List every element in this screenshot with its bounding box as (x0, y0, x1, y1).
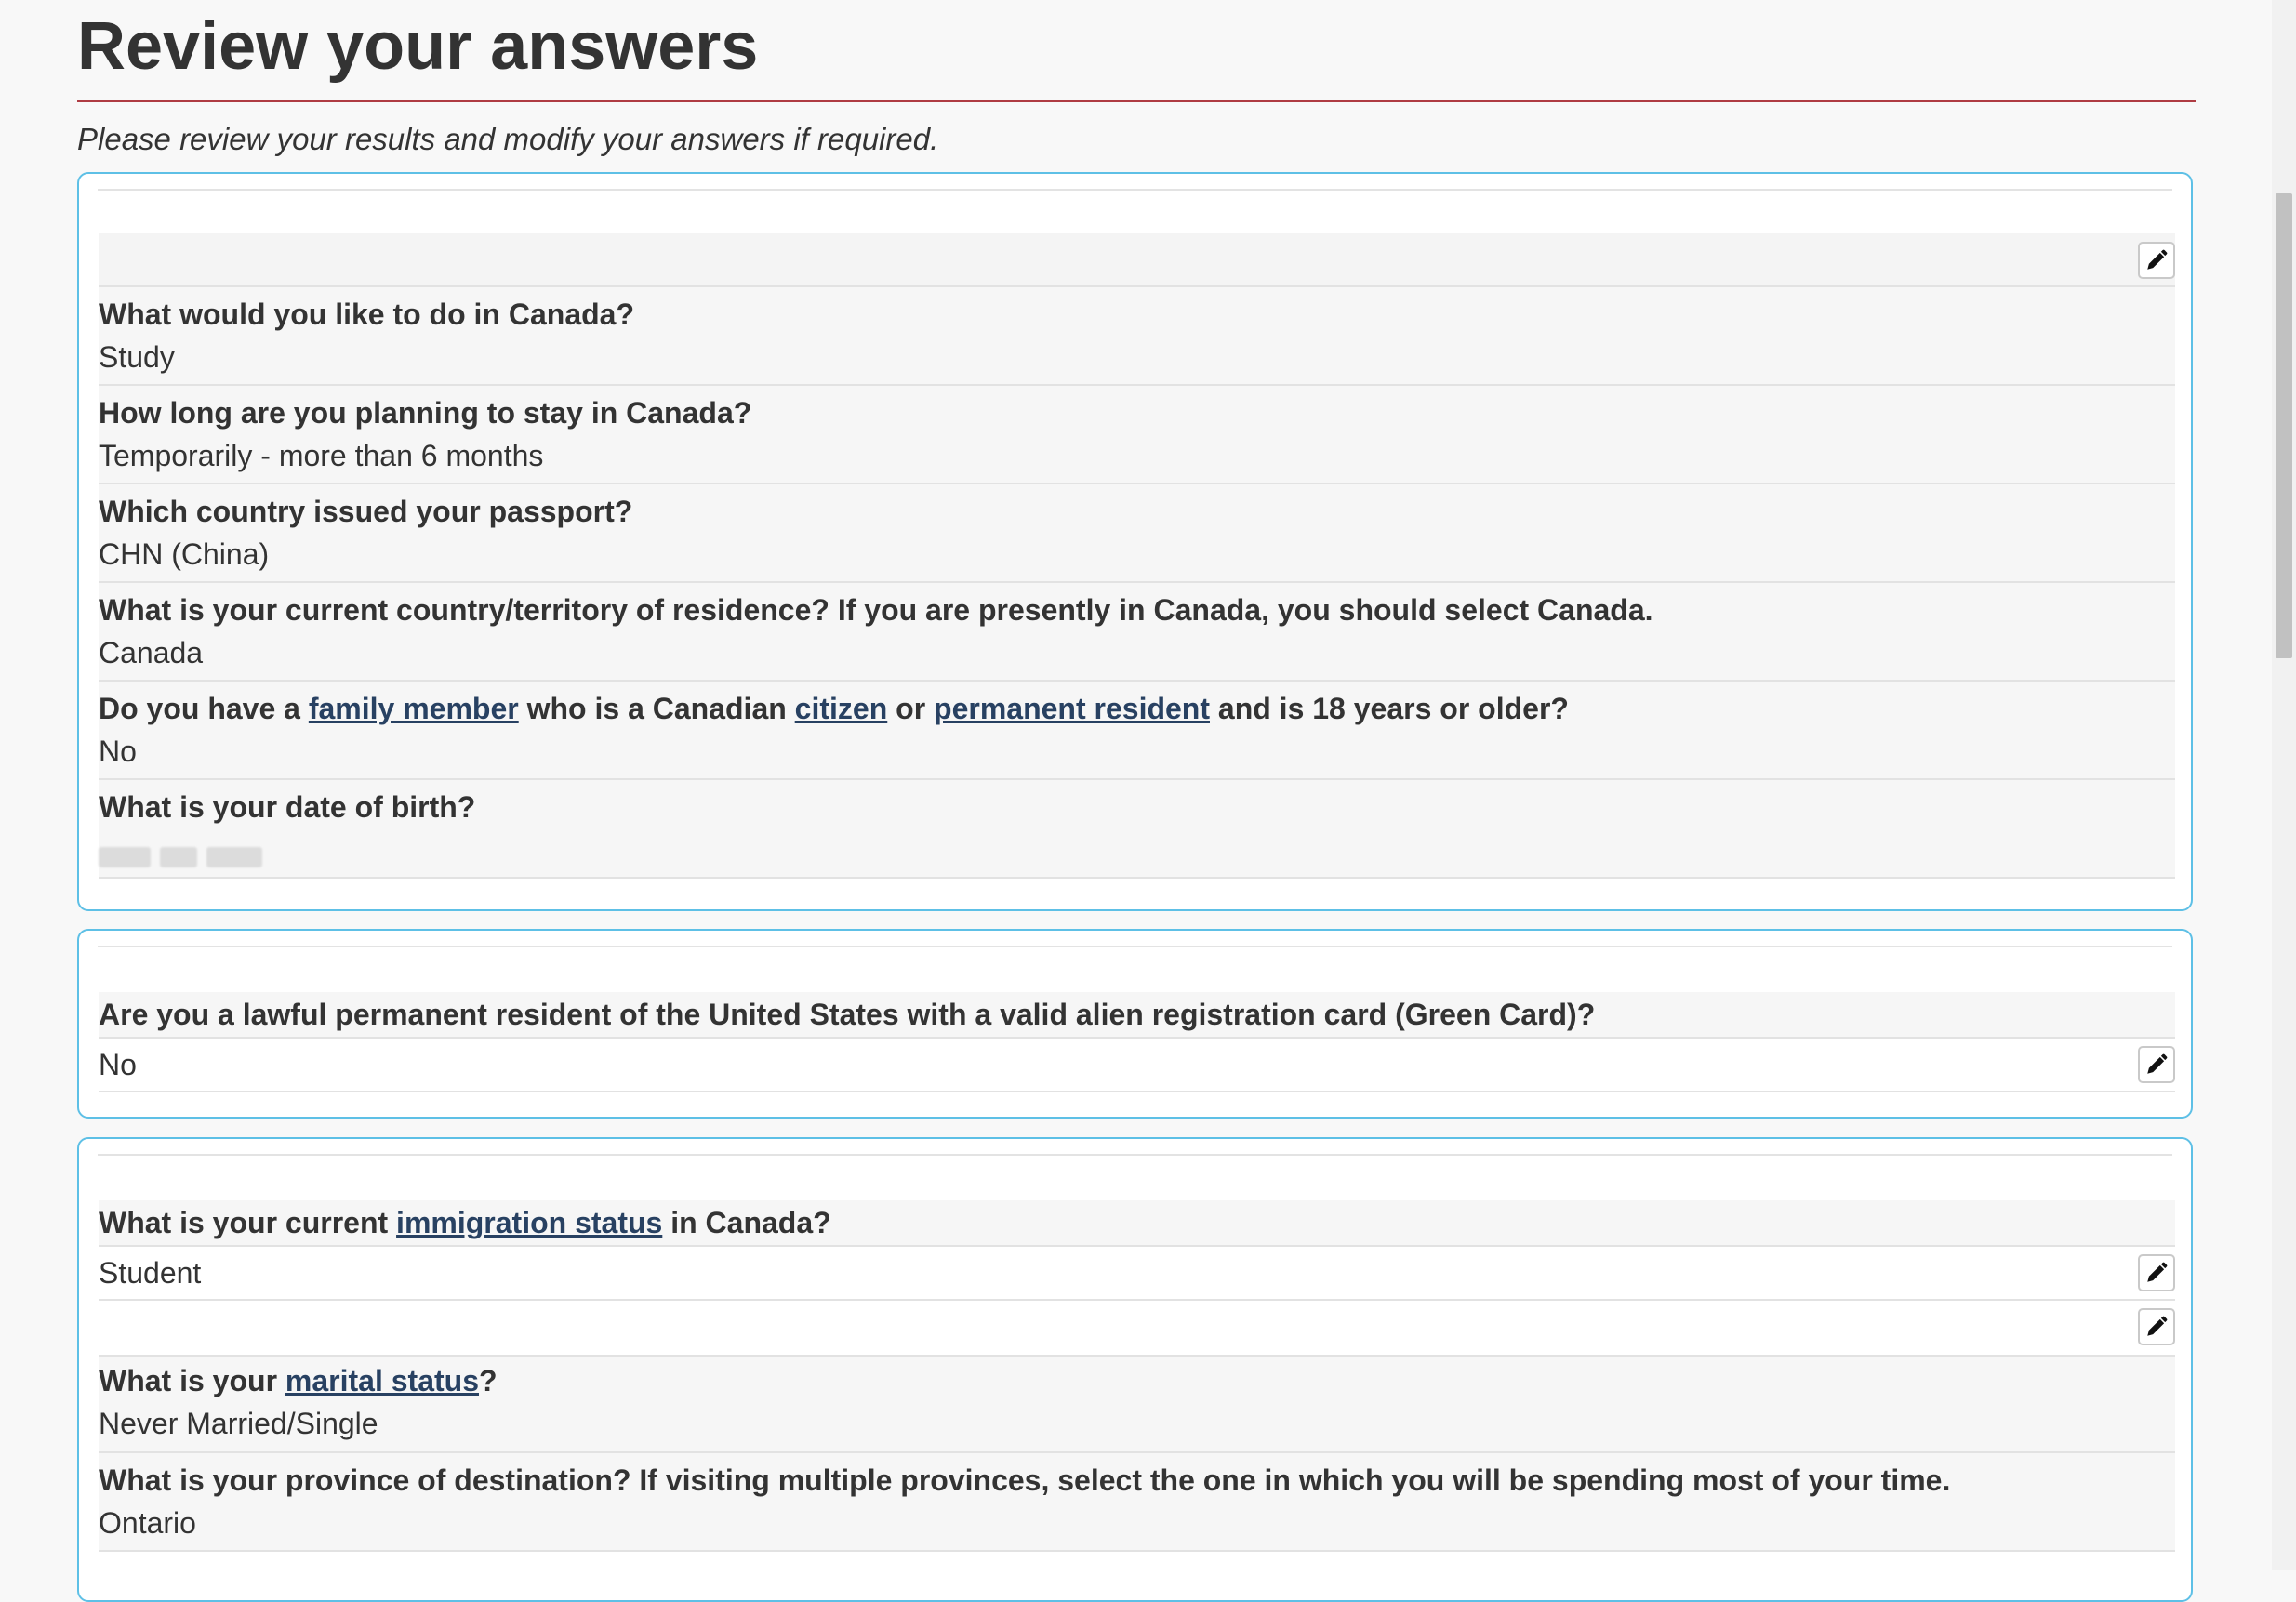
answer-value: Canada (99, 636, 204, 669)
answer-row: No (99, 1039, 2175, 1092)
question-text: in Canada? (662, 1206, 831, 1239)
qa-row: What is your province of destination? If… (99, 1453, 2175, 1552)
answer-value: CHN (China) (99, 537, 270, 571)
page-intro: Please review your results and modify yo… (77, 122, 939, 156)
qa-row: Which country issued your passport? CHN … (99, 484, 2175, 583)
qa-row: What is your date of birth? (99, 780, 2175, 879)
question-label: What is your province of destination? If… (99, 1463, 1951, 1497)
panel-divider (98, 189, 2172, 191)
qa-row: What is your marital status? Never Marri… (99, 1355, 2175, 1453)
question-row: Are you a lawful permanent resident of t… (99, 992, 2175, 1039)
question-row: What is your current immigration status … (99, 1200, 2175, 1247)
question-text: What is your current (99, 1206, 397, 1239)
edit-button-section-3[interactable] (2138, 1308, 2175, 1345)
question-text: Do you have a (99, 692, 309, 725)
panel-divider (98, 1154, 2172, 1156)
answer-value: Study (99, 340, 175, 374)
question-label: Which country issued your passport? (99, 495, 633, 528)
question-text: What is your (99, 1364, 285, 1397)
question-label: What would you like to do in Canada? (99, 298, 634, 331)
redacted-block (206, 847, 262, 867)
marital-status-link[interactable]: marital status (285, 1364, 479, 1397)
question-text: ? (478, 1364, 498, 1397)
family-member-link[interactable]: family member (309, 692, 519, 725)
answer-row: Student (99, 1247, 2175, 1301)
question-text: who is a Canadian (518, 692, 795, 725)
answer-value: Never Married/Single (99, 1407, 378, 1440)
edit-row (99, 233, 2175, 287)
immigration-status-link[interactable]: immigration status (396, 1206, 662, 1239)
panel-divider (98, 946, 2172, 947)
question-label: What is your current immigration status … (99, 1204, 2175, 1241)
answers-panel-green-card: Are you a lawful permanent resident of t… (77, 929, 2193, 1119)
question-text: and is 18 years or older? (1210, 692, 1569, 725)
answer-value: Temporarily - more than 6 months (99, 439, 544, 472)
date-of-birth-redacted (99, 839, 2175, 867)
answer-value: No (99, 735, 137, 768)
answer-value: No (99, 1048, 137, 1081)
citizen-link[interactable]: citizen (795, 692, 888, 725)
pencil-icon (2147, 1053, 2168, 1074)
question-label: Do you have a family member who is a Can… (99, 690, 2175, 727)
pencil-icon (2147, 1316, 2168, 1336)
answers-panel-status: What is your current immigration status … (77, 1137, 2193, 1602)
question-label: How long are you planning to stay in Can… (99, 396, 752, 430)
question-text: or (887, 692, 935, 725)
question-label: What is your date of birth? (99, 790, 476, 824)
edit-button-green-card[interactable] (2138, 1046, 2175, 1083)
main-content: Review your answers Please review your r… (77, 0, 2196, 1602)
qa-row: What is your current country/territory o… (99, 583, 2175, 682)
answer-value: Student (99, 1256, 202, 1290)
qa-row: What would you like to do in Canada? Stu… (99, 287, 2175, 386)
pencil-icon (2147, 249, 2168, 270)
redacted-block (160, 847, 197, 867)
permanent-resident-link[interactable]: permanent resident (934, 692, 1210, 725)
qa-row: How long are you planning to stay in Can… (99, 386, 2175, 484)
answers-panel-eligibility: What would you like to do in Canada? Stu… (77, 172, 2193, 911)
answer-value: Ontario (99, 1506, 196, 1540)
edit-row (99, 1301, 2175, 1355)
question-label: Are you a lawful permanent resident of t… (99, 998, 1596, 1031)
page-title: Review your answers (77, 9, 759, 84)
question-label: What is your marital status? (99, 1362, 2175, 1399)
qa-row: Do you have a family member who is a Can… (99, 682, 2175, 780)
question-label: What is your current country/territory o… (99, 593, 1653, 627)
redacted-block (99, 847, 151, 867)
pencil-icon (2147, 1262, 2168, 1282)
title-divider (77, 100, 2196, 102)
vertical-scrollbar[interactable] (2272, 0, 2296, 1570)
scrollbar-thumb[interactable] (2276, 193, 2292, 658)
edit-button-immigration-status[interactable] (2138, 1254, 2175, 1291)
edit-button-section-1[interactable] (2138, 242, 2175, 279)
